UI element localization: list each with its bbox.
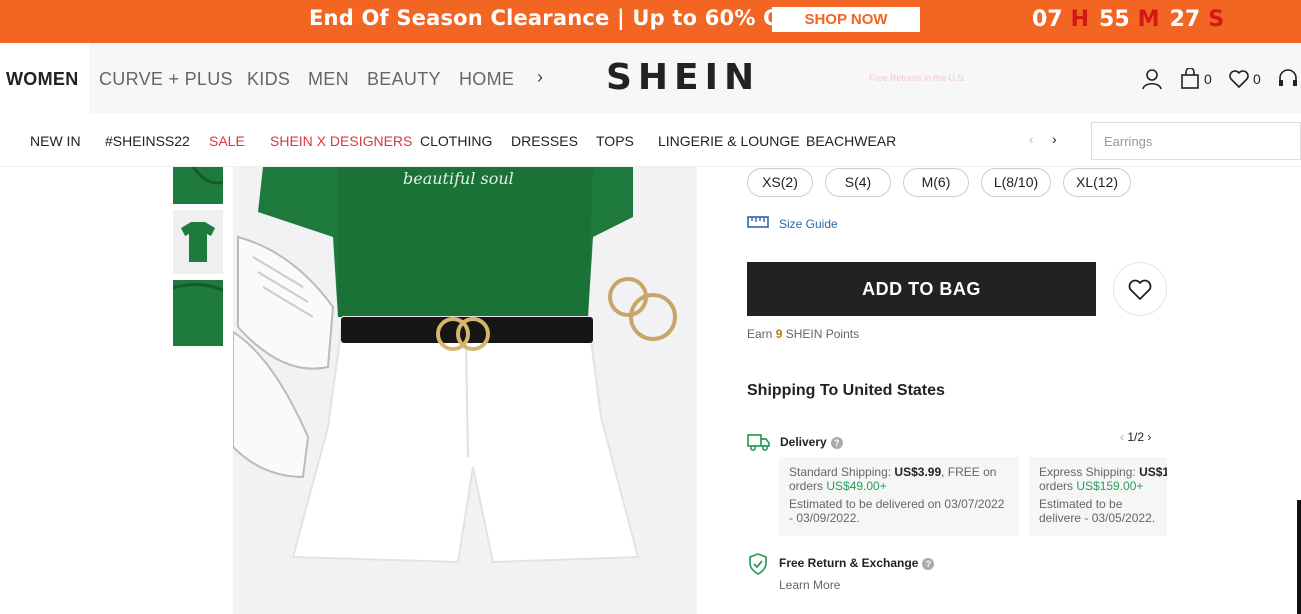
- express-threshold: US$159.00+: [1076, 479, 1144, 493]
- wishlist-count: 0: [1253, 71, 1261, 87]
- sub-navigation: NEW IN #SHEINSS22 SALE SHEIN X DESIGNERS…: [0, 113, 1301, 167]
- thumbnail-2[interactable]: [173, 210, 223, 274]
- size-s[interactable]: S(4): [825, 168, 891, 197]
- shop-now-button[interactable]: SHOP NOW: [772, 7, 920, 32]
- subnav-prev-arrow[interactable]: ‹: [1029, 131, 1034, 147]
- cat-women[interactable]: WOMEN: [6, 69, 79, 90]
- thumbnail-3[interactable]: [172, 280, 224, 346]
- standard-label: Standard Shipping:: [789, 465, 892, 479]
- thumbnail-3-image: [172, 280, 224, 346]
- express-shipping-card: Express Shipping: US$1 orders US$159.00+…: [1029, 457, 1167, 536]
- shield-check-icon: [749, 553, 767, 575]
- search-input[interactable]: [1091, 122, 1301, 160]
- points-text: Earn 9 SHEIN Points: [747, 327, 859, 341]
- points-prefix: Earn: [747, 327, 773, 341]
- shirt-print-text: beautiful soul: [403, 169, 514, 188]
- main-product-image: beautiful soul: [233, 167, 697, 614]
- standard-threshold: US$49.00+: [826, 479, 887, 493]
- wishlist-button[interactable]: [1113, 262, 1167, 316]
- thumbnail-1[interactable]: [173, 166, 224, 204]
- standard-shipping-card: Standard Shipping: US$3.99, FREE on orde…: [779, 457, 1019, 536]
- shipping-pager: ‹ 1/2 ›: [1120, 430, 1151, 444]
- points-suffix: SHEIN Points: [785, 327, 860, 341]
- main-header: WOMEN CURVE + PLUS KIDS MEN BEAUTY HOME …: [0, 43, 1301, 113]
- cart-icon[interactable]: [1180, 68, 1200, 90]
- heart-icon: [1128, 279, 1152, 300]
- truck-icon: [747, 434, 770, 452]
- faint-promo-text: Free Returns in the U.S.: [869, 73, 967, 83]
- subnav-sheinss22[interactable]: #SHEINSS22: [105, 133, 190, 149]
- express-price: US$1: [1139, 465, 1167, 479]
- thumbnail-2-image: [173, 210, 223, 274]
- size-m[interactable]: M(6): [903, 168, 969, 197]
- express-orders: orders: [1039, 479, 1074, 493]
- size-l[interactable]: L(8/10): [981, 168, 1051, 197]
- cat-home[interactable]: HOME: [459, 69, 514, 90]
- user-icon[interactable]: [1142, 68, 1162, 90]
- subnav-clothing[interactable]: CLOTHING: [420, 133, 492, 149]
- pager-prev-arrow[interactable]: ‹: [1120, 430, 1124, 444]
- pager-next-arrow[interactable]: ›: [1147, 430, 1151, 444]
- subnav-tops[interactable]: TOPS: [596, 133, 634, 149]
- help-icon[interactable]: ?: [830, 436, 843, 449]
- countdown-seconds: 27: [1169, 7, 1201, 32]
- learn-more-link[interactable]: Learn More: [779, 578, 840, 592]
- countdown-timer: 07 H 55 M 27 S: [1032, 7, 1234, 32]
- countdown-s: S: [1208, 7, 1225, 32]
- countdown-hours: 07: [1032, 7, 1063, 32]
- cat-curve-plus[interactable]: CURVE + PLUS: [99, 69, 233, 90]
- cat-men[interactable]: MEN: [308, 69, 349, 90]
- countdown-m: M: [1137, 7, 1160, 32]
- help-icon[interactable]: ?: [922, 557, 935, 570]
- subnav-beachwear[interactable]: BEACHWEAR: [806, 133, 896, 149]
- headset-icon[interactable]: [1277, 68, 1299, 90]
- promo-bar: End Of Season Clearance | Up to 60% Off …: [0, 0, 1301, 43]
- points-value: 9: [775, 327, 783, 341]
- free-return-text: Free Return & Exchange: [779, 556, 919, 570]
- size-xs[interactable]: XS(2): [747, 168, 813, 197]
- countdown-h: H: [1070, 7, 1090, 32]
- express-estimate: Estimated to be delivere - 03/05/2022.: [1039, 497, 1156, 525]
- subnav-dresses[interactable]: DRESSES: [511, 133, 578, 149]
- size-xl[interactable]: XL(12): [1063, 168, 1131, 197]
- thumbnail-1-image: [173, 166, 224, 204]
- countdown-minutes: 55: [1099, 7, 1130, 32]
- subnav-shein-x-designers[interactable]: SHEIN X DESIGNERS: [270, 133, 412, 149]
- standard-price: US$3.99: [894, 465, 942, 479]
- delivery-label: Delivery?: [780, 435, 843, 449]
- pager-count: 1/2: [1127, 430, 1145, 444]
- subnav-next-arrow[interactable]: ›: [1052, 131, 1057, 147]
- delivery-label-text: Delivery: [780, 435, 827, 449]
- ruler-icon: [747, 216, 769, 228]
- cat-kids[interactable]: KIDS: [247, 69, 290, 90]
- shipping-title: Shipping To United States: [747, 382, 945, 399]
- free-return-label: Free Return & Exchange?: [779, 556, 935, 570]
- cart-count: 0: [1204, 71, 1212, 87]
- categories-next-arrow[interactable]: ›: [537, 67, 543, 88]
- scrollbar[interactable]: [1297, 500, 1301, 614]
- standard-estimate: Estimated to be delivered on 03/07/2022 …: [789, 497, 1005, 525]
- cat-beauty[interactable]: BEAUTY: [367, 69, 441, 90]
- subnav-lingerie-lounge[interactable]: LINGERIE & LOUNGE: [658, 133, 800, 149]
- shein-logo[interactable]: SHEIN: [606, 57, 760, 98]
- express-label: Express Shipping:: [1039, 465, 1136, 479]
- add-to-bag-button[interactable]: ADD TO BAG: [747, 262, 1096, 316]
- product-photo: beautiful soul: [233, 167, 697, 614]
- subnav-new-in[interactable]: NEW IN: [30, 133, 81, 149]
- size-guide-link[interactable]: Size Guide: [779, 217, 838, 231]
- promo-text: End Of Season Clearance | Up to 60% Off: [309, 6, 800, 30]
- heart-icon[interactable]: [1228, 68, 1250, 90]
- subnav-sale[interactable]: SALE: [209, 133, 245, 149]
